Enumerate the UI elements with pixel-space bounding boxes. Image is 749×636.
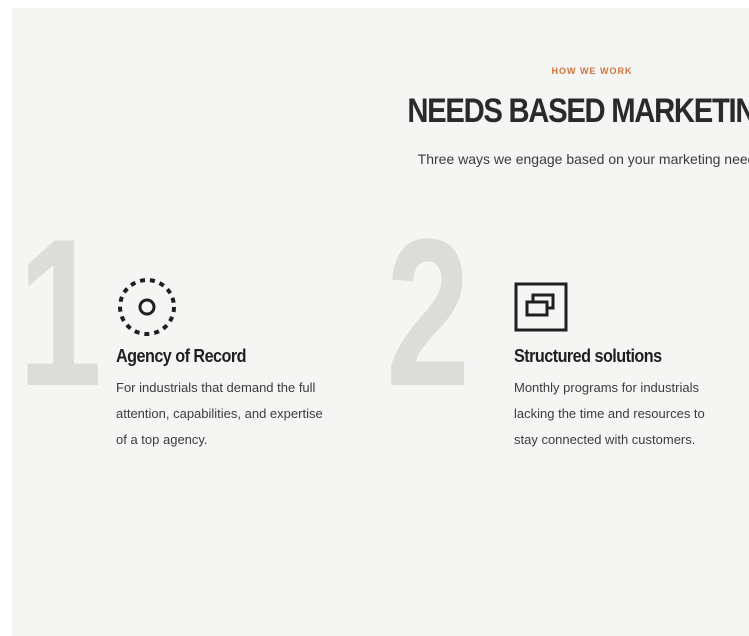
section-subtitle: Three ways we engage based on your marke… <box>417 151 749 167</box>
section-title: NEEDS BASED MARKETING <box>407 92 749 130</box>
card-structured-solutions: Structured solutions Monthly programs fo… <box>514 276 749 453</box>
card-agency-of-record: Agency of Record For industrials that de… <box>116 276 386 453</box>
stacked-windows-icon <box>514 282 568 332</box>
card-description-line: of a top agency. <box>116 432 208 447</box>
card-title: Structured solutions <box>514 346 662 366</box>
dashed-circle-target-icon <box>118 278 176 336</box>
card-description: Monthly programs for industrials lacking… <box>514 375 749 453</box>
needs-based-marketing-section: HOW WE WORK NEEDS BASED MARKETING Three … <box>12 8 749 636</box>
card-description-line: For industrials that demand the full <box>116 380 316 395</box>
card-description-line: lacking the time and resources to <box>514 406 705 421</box>
card-description-line: attention, capabilities, and expertise <box>116 406 323 421</box>
card-description-line: stay connected with customers. <box>514 432 696 447</box>
step-number-1: 1 <box>18 195 102 430</box>
card-description-line: Monthly programs for industrials <box>514 380 699 395</box>
step-number-2: 2 <box>386 195 470 430</box>
section-eyebrow: HOW WE WORK <box>551 66 633 76</box>
card-description: For industrials that demand the full att… <box>116 375 386 453</box>
card-title: Agency of Record <box>116 346 247 366</box>
